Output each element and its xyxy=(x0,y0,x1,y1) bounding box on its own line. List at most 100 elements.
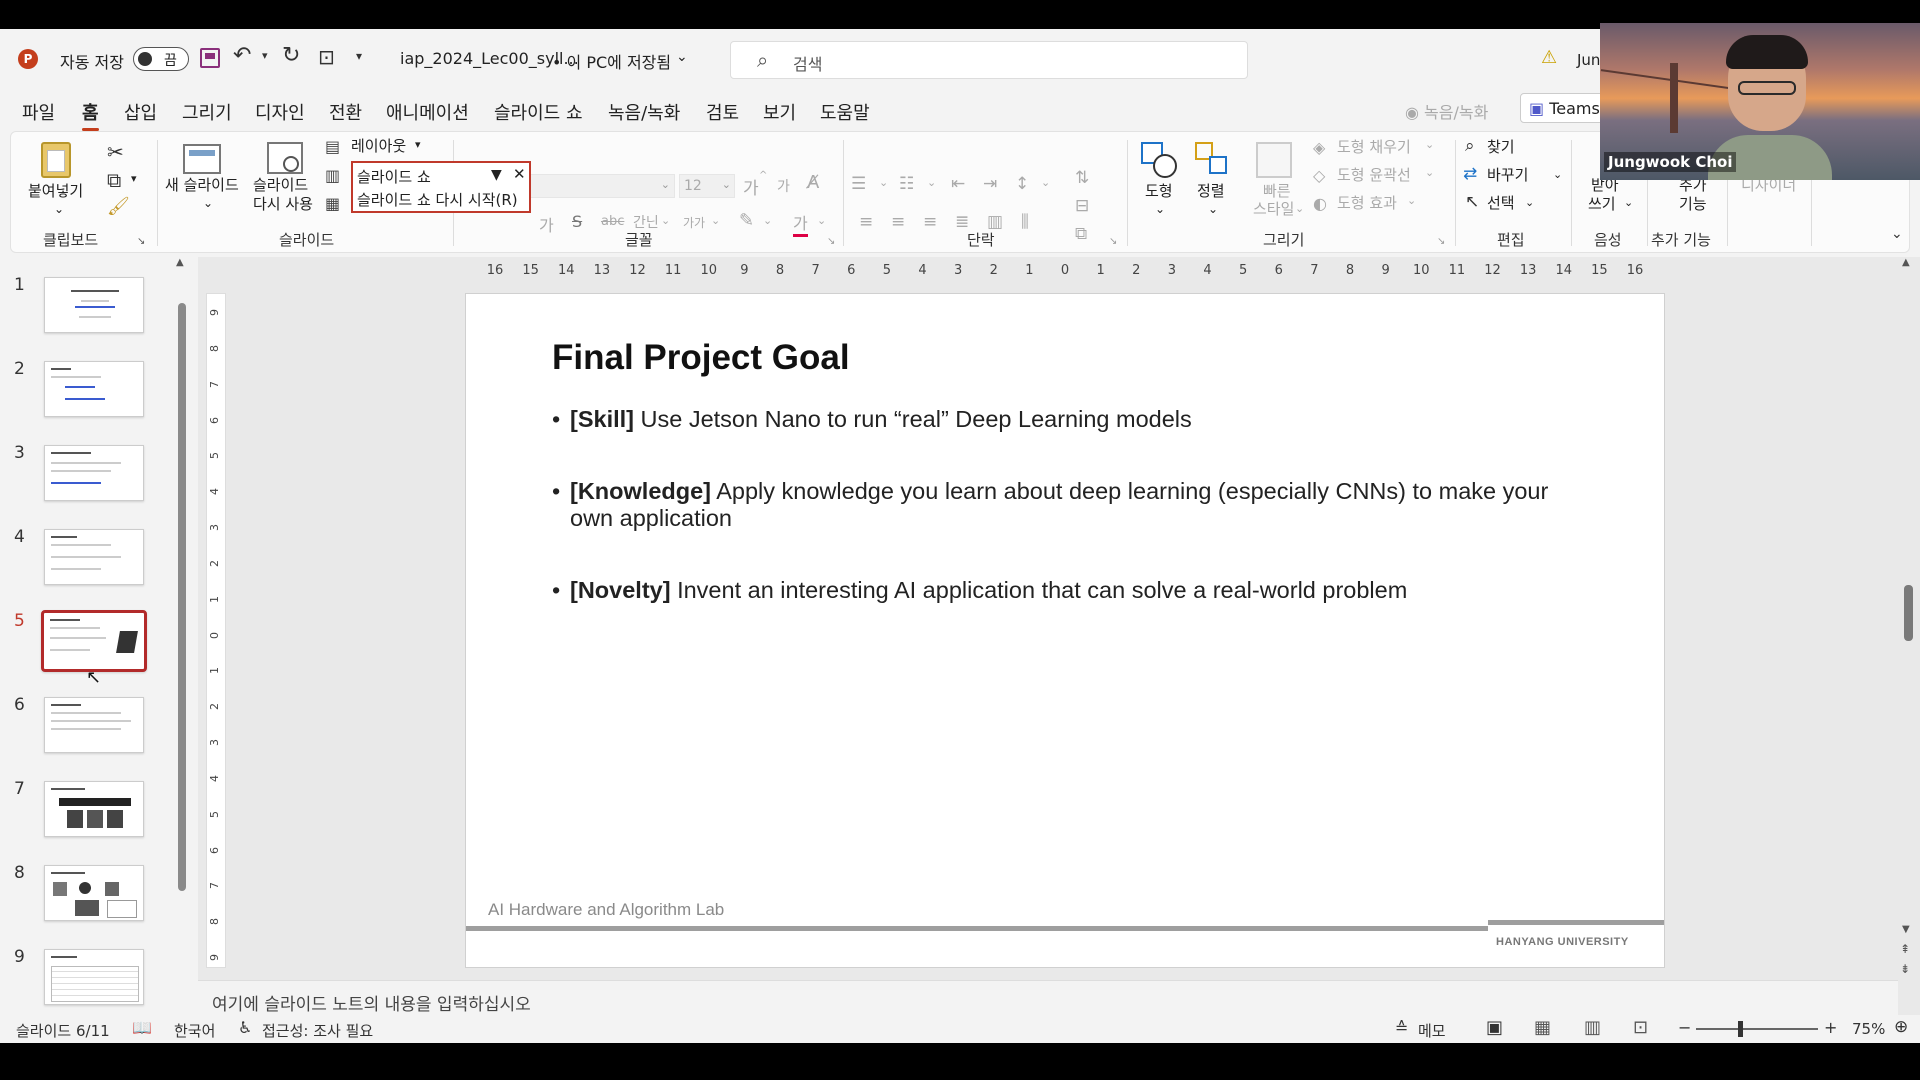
teams-button[interactable]: ▣ Teams xyxy=(1520,93,1610,123)
zoom-level[interactable]: 75% xyxy=(1852,1020,1885,1038)
shapes-dropdown-icon[interactable]: ⌄ xyxy=(1155,202,1165,216)
accessibility-icon[interactable]: ♿ xyxy=(238,1018,252,1037)
select-dropdown-icon[interactable]: ⌄ xyxy=(1525,196,1534,209)
zoom-in-icon[interactable]: + xyxy=(1824,1018,1837,1037)
highlight-icon[interactable]: ✎ xyxy=(739,210,754,231)
copy-dropdown-icon[interactable]: ▾ xyxy=(131,172,137,185)
layout-dropdown-icon[interactable]: ▾ xyxy=(415,138,421,151)
current-slide[interactable]: Final Project Goal • [Skill] Use Jetson … xyxy=(465,293,1665,968)
replace-dropdown-icon[interactable]: ⌄ xyxy=(1553,168,1562,181)
new-slide-icon[interactable] xyxy=(183,144,221,174)
zoom-out-icon[interactable]: − xyxy=(1678,1018,1691,1037)
align-left-icon[interactable]: ≡ xyxy=(859,212,873,232)
popup-dropdown-arrow-icon[interactable]: ▼ xyxy=(491,167,502,183)
autosave-toggle[interactable]: 끔 xyxy=(133,47,189,71)
ribbon-collapse-icon[interactable]: ⌄ xyxy=(1891,226,1903,242)
slideshow-view-icon[interactable]: ⊡ xyxy=(1633,1017,1648,1038)
popup-restart-item[interactable]: 슬라이드 쇼 다시 시작(R) xyxy=(357,189,518,210)
shape-fill-button[interactable]: 도형 채우기 xyxy=(1337,138,1411,157)
numbering-dropdown-icon[interactable]: ⌄ xyxy=(927,176,936,189)
replace-icon[interactable]: ⇄ xyxy=(1463,164,1477,184)
select-icon[interactable]: ↖ xyxy=(1465,192,1479,212)
bullets-icon[interactable]: ☰ xyxy=(851,174,866,194)
save-location-chevron-icon[interactable]: ⌄ xyxy=(676,49,688,65)
notes-placeholder[interactable]: 여기에 슬라이드 노트의 내용을 입력하십시오 xyxy=(212,990,531,1015)
tab-draw[interactable]: 그리기 xyxy=(182,99,232,125)
paste-icon[interactable] xyxy=(41,142,71,178)
tab-review[interactable]: 검토 xyxy=(706,99,739,125)
arrange-icon[interactable] xyxy=(1195,142,1231,178)
quick-styles-line1[interactable]: 빠른 xyxy=(1263,182,1291,201)
smartart-icon[interactable]: ⧉ xyxy=(1075,224,1087,244)
shapes-icon[interactable] xyxy=(1141,142,1177,178)
new-slide-dropdown-icon[interactable]: ⌄ xyxy=(203,196,213,210)
reuse-slides-line1[interactable]: 슬라이드 xyxy=(253,176,308,195)
save-location[interactable]: • 이 PC에 저장됨 xyxy=(552,49,671,73)
abc-strike-icon[interactable]: abc xyxy=(601,214,624,229)
zoom-slider[interactable] xyxy=(1696,1021,1818,1037)
slide-bullet-list[interactable]: • [Skill] Use Jetson Nano to run “real” … xyxy=(552,406,1582,604)
select-button[interactable]: 선택 xyxy=(1487,194,1515,213)
quick-styles-line2[interactable]: 스타일 xyxy=(1253,200,1294,219)
line-spacing-icon[interactable]: ↕ xyxy=(1015,174,1029,194)
dictate-line2[interactable]: 쓰기 xyxy=(1588,195,1616,214)
clear-format-icon[interactable]: A̸ xyxy=(807,172,819,193)
thumbnail-scroll-up-icon[interactable]: ▲ xyxy=(176,257,184,268)
underline-icon[interactable]: 가 xyxy=(539,212,554,236)
bullets-dropdown-icon[interactable]: ⌄ xyxy=(879,176,888,189)
shape-outline-icon[interactable]: ◇ xyxy=(1313,166,1325,185)
layout-icon[interactable]: ▤ xyxy=(325,137,340,156)
cut-icon[interactable]: ✂ xyxy=(107,140,124,164)
paste-button[interactable]: 붙여넣기 xyxy=(28,182,83,201)
shape-effects-icon[interactable]: ◐ xyxy=(1313,194,1327,213)
undo-dropdown-icon[interactable]: ▾ xyxy=(262,49,268,62)
font-color-button[interactable]: 가 xyxy=(793,210,808,237)
tab-record[interactable]: 녹음/녹화 xyxy=(608,99,680,125)
redo-icon[interactable]: ↻ xyxy=(282,43,300,68)
shape-effects-button[interactable]: 도형 효과 xyxy=(1337,194,1397,213)
accessibility-status[interactable]: 접근성: 조사 필요 xyxy=(262,1020,373,1041)
drawing-launcher-icon[interactable]: ↘ xyxy=(1437,236,1445,247)
search-box[interactable]: ⌕ 검색 xyxy=(730,41,1248,79)
arrange-button[interactable]: 정렬 xyxy=(1197,182,1225,201)
tab-file[interactable]: 파일 xyxy=(22,99,55,125)
find-icon[interactable]: ⌕ xyxy=(1465,136,1475,156)
font-color-dropdown-icon[interactable]: ⌄ xyxy=(817,214,826,227)
thumbnail-scrollbar[interactable] xyxy=(178,303,186,891)
reuse-slides-line2[interactable]: 다시 사용 xyxy=(253,195,313,214)
arrange-dropdown-icon[interactable]: ⌄ xyxy=(1208,202,1218,216)
spellcheck-icon[interactable]: 📖 xyxy=(132,1018,152,1037)
dictate-dropdown-icon[interactable]: ⌄ xyxy=(1624,196,1633,209)
paragraph-launcher-icon[interactable]: ↘ xyxy=(1109,236,1117,247)
reset-icon[interactable]: ▥ xyxy=(325,166,340,185)
quick-styles-dropdown-icon[interactable]: ⌄ xyxy=(1295,202,1304,215)
increase-indent-icon[interactable]: ⇥ xyxy=(983,174,997,194)
reuse-slides-icon[interactable] xyxy=(267,142,303,174)
tab-help[interactable]: 도움말 xyxy=(820,99,870,125)
char-spacing-dropdown-icon[interactable]: ⌄ xyxy=(661,214,670,227)
popup-slideshow-item[interactable]: 슬라이드 쇼 xyxy=(357,166,431,187)
record-button[interactable]: ◉ 녹음/녹화 xyxy=(1395,95,1498,123)
tab-slideshow[interactable]: 슬라이드 쇼 xyxy=(494,99,583,125)
reading-view-icon[interactable]: ▥ xyxy=(1584,1017,1601,1038)
format-painter-icon[interactable]: 🖌 xyxy=(107,196,130,217)
tab-insert[interactable]: 삽입 xyxy=(124,99,157,125)
strikethrough-icon[interactable]: S xyxy=(572,212,582,231)
font-launcher-icon[interactable]: ↘ xyxy=(827,236,835,247)
notes-toggle-button[interactable]: 메모 xyxy=(1418,1020,1446,1041)
copy-icon[interactable]: ⧉ xyxy=(107,168,121,192)
canvas-scrollbar[interactable] xyxy=(1904,585,1913,641)
columns-icon[interactable]: ⫼ xyxy=(1021,212,1029,232)
present-icon[interactable]: ⊡ xyxy=(318,45,335,69)
section-icon[interactable]: ▦ xyxy=(325,194,340,213)
font-size-box[interactable]: 12 ⌄ xyxy=(679,174,735,198)
line-spacing-dropdown-icon[interactable]: ⌄ xyxy=(1041,176,1050,189)
decrease-indent-icon[interactable]: ⇤ xyxy=(951,174,965,194)
change-case-button[interactable]: 가가 xyxy=(683,214,705,231)
canvas-scroll-up-icon[interactable]: ▲ xyxy=(1902,257,1910,268)
new-slide-button[interactable]: 새 슬라이드 xyxy=(165,176,239,195)
tab-home[interactable]: 홈 xyxy=(82,99,99,131)
replace-button[interactable]: 바꾸기 xyxy=(1487,166,1528,185)
warning-icon[interactable]: ⚠ xyxy=(1541,47,1557,68)
align-right-icon[interactable]: ≡ xyxy=(923,212,937,232)
